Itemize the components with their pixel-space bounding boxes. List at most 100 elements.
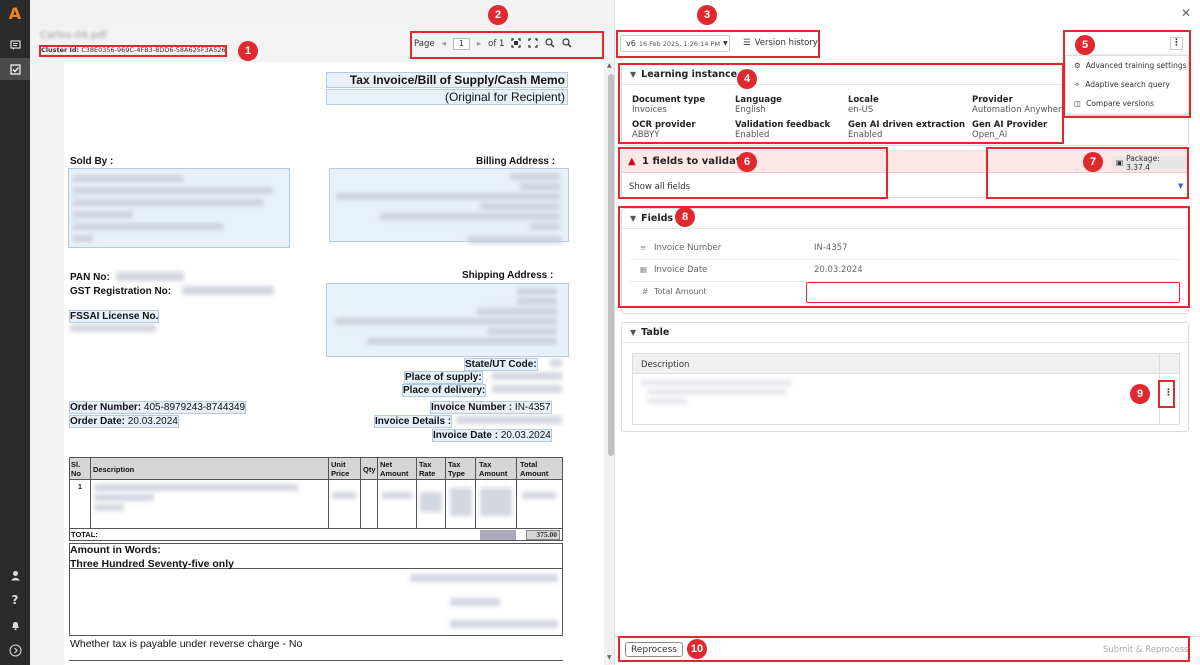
fields-to-validate-text: 1 fields to validate: [642, 156, 747, 167]
gen-ai-provider-value: Open_AI: [972, 130, 1008, 140]
text-field-icon: ≡: [640, 243, 647, 252]
col-qty: Qty: [363, 465, 376, 474]
document-filename: Carlos-04.pdf: [40, 30, 108, 41]
version-date: 16 Feb 2025, 1:26:14 PM: [638, 39, 721, 48]
gen-ai-extraction-label: Gen AI driven extraction: [848, 120, 966, 130]
invoice-date-label: Invoice Date :: [433, 430, 499, 441]
list-icon: ☰: [743, 38, 751, 48]
invoice-title: Tax Invoice/Bill of Supply/Cash Memo: [326, 72, 568, 88]
cluster-id-value: C38E0356-969C-4FB3-8DD6-58A625F3A526: [81, 46, 226, 54]
shipping-address-label: Shipping Address :: [462, 270, 554, 281]
bell-icon[interactable]: [0, 614, 30, 636]
document-type-label: Document type: [632, 95, 706, 105]
document-viewer-panel: Carlos-04.pdf Cluster Id: C38E0356-969C-…: [30, 0, 615, 665]
task-check-icon[interactable]: [0, 58, 30, 80]
provider-label: Provider: [972, 95, 1013, 105]
zoom-in-icon[interactable]: [545, 37, 555, 51]
fields-header[interactable]: ▼ Fields: [622, 209, 1188, 229]
order-date-label: Order Date:: [70, 416, 126, 427]
total-amount-field-label: Total Amount: [654, 287, 707, 296]
document-type-value: Invoices: [632, 105, 667, 115]
user-icon[interactable]: [0, 564, 30, 586]
total-amount-input[interactable]: [806, 282, 1180, 303]
row-actions-button[interactable]: ⋮: [1162, 388, 1175, 404]
help-icon[interactable]: ?: [0, 589, 30, 611]
col-tax-type: Tax Type: [448, 460, 465, 478]
table-header[interactable]: ▼ Table: [622, 323, 1188, 343]
invoice-date-field-value[interactable]: 20.03.2024: [814, 265, 863, 275]
invoice-number-field-label: Invoice Number: [654, 243, 722, 253]
billing-address-block: [329, 168, 569, 242]
validation-feedback-value: Enabled: [735, 130, 770, 140]
scroll-down-icon[interactable]: ▼: [607, 654, 612, 661]
zoom-out-icon[interactable]: [562, 37, 572, 51]
table-grid: Description ⋮: [632, 353, 1180, 425]
order-date-value: 20.03.2024: [127, 416, 178, 427]
annotation-badge-3: 3: [697, 5, 717, 25]
invoice-number-field-value[interactable]: IN-4357: [814, 243, 848, 253]
scroll-up-icon[interactable]: ▲: [607, 62, 612, 69]
reverse-charge-text: Whether tax is payable under reverse cha…: [70, 638, 303, 650]
invoice-date-field-label: Invoice Date: [654, 265, 708, 275]
invoice-date-value: 20.03.2024: [500, 430, 551, 441]
amount-words-box: [69, 543, 563, 636]
version-select[interactable]: v6 16 Feb 2025, 1:26:14 PM ▼: [620, 35, 730, 52]
submit-reprocess-button[interactable]: Submit & Reprocess: [1103, 645, 1189, 655]
invoice-date: Invoice Date : 20.03.2024: [432, 429, 552, 442]
version-history-link[interactable]: ☰ Version history: [743, 38, 818, 48]
package-label: Package: 3.37.4: [1126, 153, 1160, 172]
message-icon[interactable]: [0, 34, 30, 56]
order-number-value: 405-8979243-8744349: [143, 402, 246, 413]
col-sl-no: Sl. No: [71, 460, 81, 478]
state-ut-code-label: State/UT Code:: [464, 358, 538, 371]
number-field-icon: #: [642, 287, 649, 296]
invoice-page: Tax Invoice/Bill of Supply/Cash Memo (Or…: [64, 62, 604, 665]
page-number-input[interactable]: 1: [452, 38, 470, 50]
sold-by-label: Sold By :: [70, 156, 114, 167]
validation-panel: ✕ v6 16 Feb 2025, 1:26:14 PM ▼ ☰ Version…: [615, 0, 1200, 665]
prev-page-icon[interactable]: ◂: [442, 39, 446, 49]
warning-icon: ▲: [628, 156, 636, 167]
column-description: Description: [641, 360, 690, 370]
filter-chevron-down-icon[interactable]: ▼: [1178, 182, 1183, 190]
close-icon[interactable]: ✕: [1181, 6, 1191, 20]
page-label: Page: [414, 39, 435, 49]
compare-icon: ◫: [1074, 99, 1082, 108]
fullscreen-icon[interactable]: [528, 37, 539, 51]
next-page-icon[interactable]: ▸: [477, 39, 481, 49]
chevron-down-icon: ▼: [630, 328, 637, 337]
ocr-provider-label: OCR provider: [632, 120, 696, 130]
chevron-down-icon: ▼: [630, 214, 637, 223]
col-tax-amount: Tax Amount: [479, 460, 508, 478]
cluster-id: Cluster Id: C38E0356-969C-4FB3-8DD6-58A6…: [41, 46, 226, 54]
menu-item-advanced-training[interactable]: ⚙ Advanced training settings: [1074, 61, 1187, 70]
invoice-details-label: Invoice Details :: [374, 415, 453, 428]
table-section: ▼ Table Description ⋮: [621, 322, 1189, 432]
version-history-label: Version history: [754, 38, 818, 48]
menu-item-adaptive-search[interactable]: ✧ Adaptive search query: [1074, 80, 1170, 89]
items-table: Sl. No Description Unit Price Qty Net Am…: [69, 457, 563, 541]
document-toolbar: Carlos-04.pdf Cluster Id: C38E0356-969C-…: [30, 28, 615, 60]
table-title: Table: [641, 327, 670, 338]
annotation-badge-1: 1: [238, 41, 258, 61]
options-menu: ⚙ Advanced training settings ✧ Adaptive se…: [1065, 55, 1189, 115]
chevron-down-icon: ▼: [723, 40, 728, 47]
col-total-amount: Total Amount: [520, 460, 549, 478]
sparkle-icon: ✧: [1074, 80, 1081, 89]
pan-label: PAN No:: [70, 272, 110, 283]
fssai-label: FSSAI License No.: [69, 310, 160, 323]
order-date: Order Date: 20.03.2024: [69, 415, 179, 428]
show-all-fields-select[interactable]: Show all fields: [629, 182, 690, 192]
expand-icon[interactable]: [0, 639, 30, 661]
reprocess-button[interactable]: Reprocess: [625, 642, 683, 657]
menu-item-compare-versions[interactable]: ◫ Compare versions: [1074, 99, 1154, 108]
more-options-button[interactable]: ⋮: [1170, 37, 1183, 50]
annotation-badge-4: 4: [737, 69, 757, 89]
settings-icon: ⚙: [1074, 61, 1081, 70]
package-icon: ▣: [1116, 158, 1124, 167]
seller-address-block: [68, 168, 290, 248]
annotation-badge-5: 5: [1075, 35, 1095, 55]
billing-address-label: Billing Address :: [476, 156, 556, 167]
col-tax-rate: Tax Rate: [419, 460, 436, 478]
fit-page-icon[interactable]: [511, 37, 522, 51]
